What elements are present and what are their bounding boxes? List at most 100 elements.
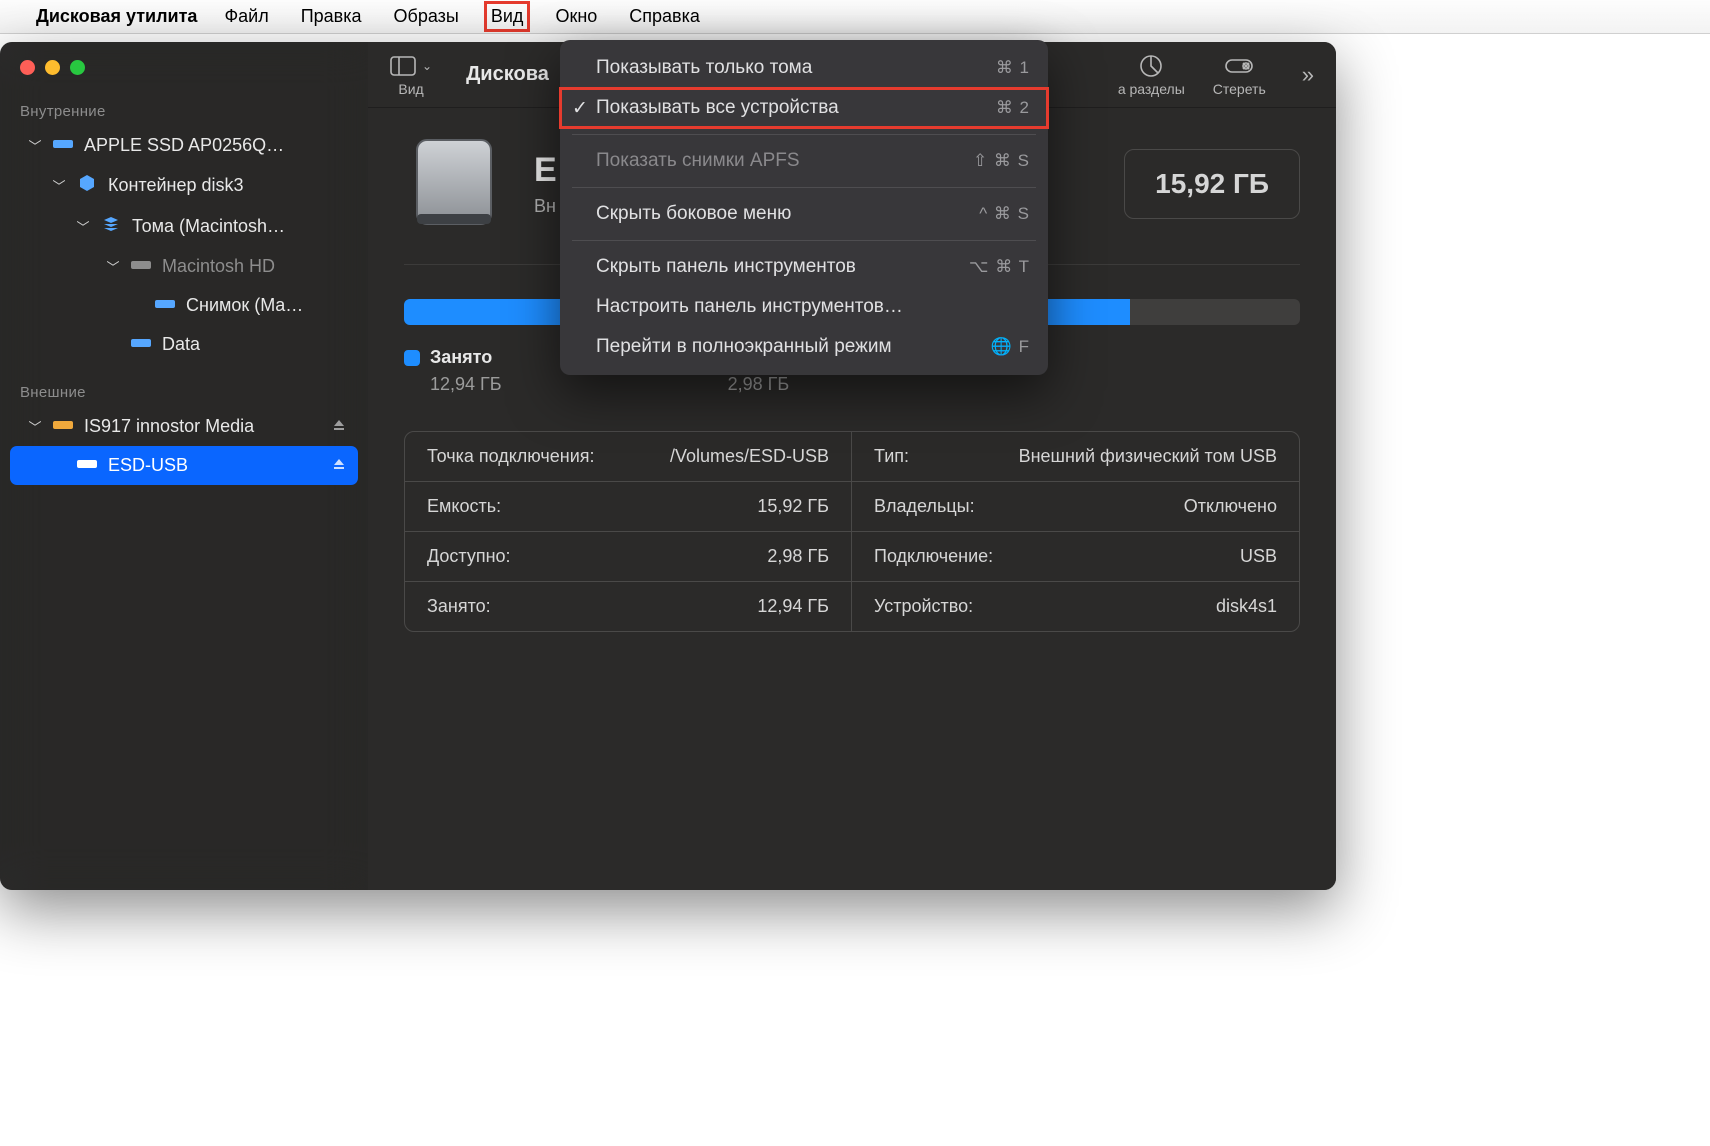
menu-item-label: Показывать все устройства xyxy=(596,97,839,119)
menu-customize-toolbar[interactable]: Настроить панель инструментов… xyxy=(560,287,1048,327)
menu-separator xyxy=(572,240,1036,241)
legend-used-value: 12,94 ГБ xyxy=(404,374,502,395)
view-menu-dropdown: Показывать только тома ⌘ 1 ✓ Показывать … xyxy=(560,40,1048,375)
sidebar-item-label: Тома (Macintosh… xyxy=(132,216,285,237)
menu-file[interactable]: Файл xyxy=(219,3,273,30)
menubar-app-name[interactable]: Дисковая утилита xyxy=(36,6,197,27)
info-owners: Владельцы:Отключено xyxy=(852,482,1299,532)
disk-icon xyxy=(130,334,152,355)
menu-item-label: Показать снимки APFS xyxy=(596,150,800,172)
sidebar-item-container-disk3[interactable]: ﹀ Контейнер disk3 xyxy=(10,165,358,206)
menu-enter-fullscreen[interactable]: Перейти в полноэкранный режим 🌐 F xyxy=(560,327,1048,367)
disclosure-icon[interactable]: ﹀ xyxy=(28,417,42,436)
sidebar-section-external: Внешние xyxy=(0,378,368,407)
menu-shortcut: ⌘ 2 xyxy=(996,98,1030,118)
menu-help[interactable]: Справка xyxy=(624,3,705,30)
toolbar-overflow-icon[interactable]: » xyxy=(1302,62,1314,88)
toolbar-partition-label: а разделы xyxy=(1118,81,1185,97)
menu-shortcut: ⇧ ⌘ S xyxy=(973,151,1030,171)
eject-icon[interactable] xyxy=(332,416,346,437)
disk-icon xyxy=(52,135,74,156)
sidebar-item-macintosh-hd[interactable]: ﹀ Macintosh HD xyxy=(10,247,358,286)
menu-hide-toolbar[interactable]: Скрыть панель инструментов ⌥ ⌘ T xyxy=(560,247,1048,287)
volume-large-icon xyxy=(404,134,504,234)
sidebar-item-apple-ssd[interactable]: ﹀ APPLE SSD AP0256Q… xyxy=(10,126,358,165)
sidebar-item-snapshot[interactable]: Снимок (Ma… xyxy=(10,286,358,325)
info-used: Занято:12,94 ГБ xyxy=(405,582,852,631)
toolbar-view-label: Вид xyxy=(398,81,423,97)
disk-icon xyxy=(154,295,176,316)
disclosure-icon[interactable]: ﹀ xyxy=(52,176,66,195)
sidebar-item-label: IS917 innostor Media xyxy=(84,416,254,437)
toolbar-erase-button[interactable]: Стереть xyxy=(1213,53,1266,97)
sidebar-tree-internal: ﹀ APPLE SSD AP0256Q… ﹀ Контейнер disk3 ﹀… xyxy=(0,126,368,364)
menu-show-all-devices[interactable]: ✓ Показывать все устройства ⌘ 2 xyxy=(560,88,1048,128)
menu-item-label: Показывать только тома xyxy=(596,57,812,79)
macos-menubar: Дисковая утилита Файл Правка Образы Вид … xyxy=(0,0,1710,34)
volumes-stack-icon xyxy=(100,215,122,238)
minimize-window-button[interactable] xyxy=(45,60,60,75)
menu-separator xyxy=(572,187,1036,188)
menu-shortcut: ^ ⌘ S xyxy=(979,204,1030,224)
sidebar-tree-external: ﹀ IS917 innostor Media ESD-USB xyxy=(0,407,368,485)
sidebar: Внутренние ﹀ APPLE SSD AP0256Q… ﹀ Контей… xyxy=(0,42,368,890)
disclosure-icon[interactable]: ﹀ xyxy=(76,217,90,236)
window-traffic-lights xyxy=(0,42,368,97)
toolbar-partition-button[interactable]: а разделы xyxy=(1118,53,1185,97)
menu-show-volumes-only[interactable]: Показывать только тома ⌘ 1 xyxy=(560,48,1048,88)
legend-used-label: Занято xyxy=(430,347,492,368)
external-disk-icon xyxy=(52,416,74,437)
info-mount-point: Точка подключения:/Volumes/ESD-USB xyxy=(405,432,852,482)
menu-show-apfs-snapshots: Показать снимки APFS ⇧ ⌘ S xyxy=(560,141,1048,181)
legend-free-value: 2,98 ГБ xyxy=(702,374,818,395)
info-connection: Подключение:USB xyxy=(852,532,1299,582)
close-window-button[interactable] xyxy=(20,60,35,75)
menu-window[interactable]: Окно xyxy=(550,3,602,30)
info-type: Тип:Внешний физический том USB xyxy=(852,432,1299,482)
eject-icon[interactable] xyxy=(332,455,346,476)
menu-separator xyxy=(572,134,1036,135)
disk-icon xyxy=(130,256,152,277)
sidebar-toggle-icon: ⌄ xyxy=(390,53,432,79)
toolbar-erase-label: Стереть xyxy=(1213,81,1266,97)
sidebar-item-label: Контейнер disk3 xyxy=(108,175,244,196)
menu-images[interactable]: Образы xyxy=(389,3,464,30)
menu-hide-sidebar[interactable]: Скрыть боковое меню ^ ⌘ S xyxy=(560,194,1048,234)
checkmark-icon: ✓ xyxy=(572,97,588,120)
container-icon xyxy=(76,174,98,197)
legend-swatch-used-icon xyxy=(404,350,420,366)
menu-edit[interactable]: Правка xyxy=(296,3,367,30)
disclosure-icon[interactable]: ﹀ xyxy=(28,136,42,155)
pie-icon xyxy=(1139,53,1163,79)
sidebar-item-volumes-group[interactable]: ﹀ Тома (Macintosh… xyxy=(10,206,358,247)
menu-shortcut: ⌥ ⌘ T xyxy=(969,257,1030,277)
menu-item-label: Скрыть панель инструментов xyxy=(596,256,856,278)
sidebar-item-label: Снимок (Ma… xyxy=(186,295,303,316)
legend-used: Занято 12,94 ГБ xyxy=(404,347,502,395)
info-device: Устройство:disk4s1 xyxy=(852,582,1299,631)
info-capacity: Емкость:15,92 ГБ xyxy=(405,482,852,532)
menu-shortcut: 🌐 F xyxy=(991,337,1030,357)
info-available: Доступно:2,98 ГБ xyxy=(405,532,852,582)
menu-shortcut: ⌘ 1 xyxy=(996,58,1030,78)
sidebar-item-data[interactable]: Data xyxy=(10,325,358,364)
info-grid: Точка подключения:/Volumes/ESD-USB Тип:В… xyxy=(404,431,1300,632)
menu-item-label: Настроить панель инструментов… xyxy=(596,296,903,318)
sidebar-item-is917[interactable]: ﹀ IS917 innostor Media xyxy=(10,407,358,446)
disclosure-icon[interactable]: ﹀ xyxy=(106,257,120,276)
sidebar-item-esd-usb[interactable]: ESD-USB xyxy=(10,446,358,485)
window-title: Дискова xyxy=(466,63,549,86)
sidebar-item-label: ESD-USB xyxy=(108,455,188,476)
menu-item-label: Перейти в полноэкранный режим xyxy=(596,336,892,358)
erase-icon xyxy=(1224,53,1254,79)
sidebar-section-internal: Внутренние xyxy=(0,97,368,126)
sidebar-item-label: Data xyxy=(162,334,200,355)
fullscreen-window-button[interactable] xyxy=(70,60,85,75)
menu-view[interactable]: Вид xyxy=(486,3,529,30)
sidebar-item-label: APPLE SSD AP0256Q… xyxy=(84,135,284,156)
external-disk-icon xyxy=(76,455,98,476)
sidebar-item-label: Macintosh HD xyxy=(162,256,275,277)
capacity-chip: 15,92 ГБ xyxy=(1124,149,1300,219)
menu-item-label: Скрыть боковое меню xyxy=(596,203,791,225)
toolbar-view-button[interactable]: ⌄ Вид xyxy=(390,53,432,97)
